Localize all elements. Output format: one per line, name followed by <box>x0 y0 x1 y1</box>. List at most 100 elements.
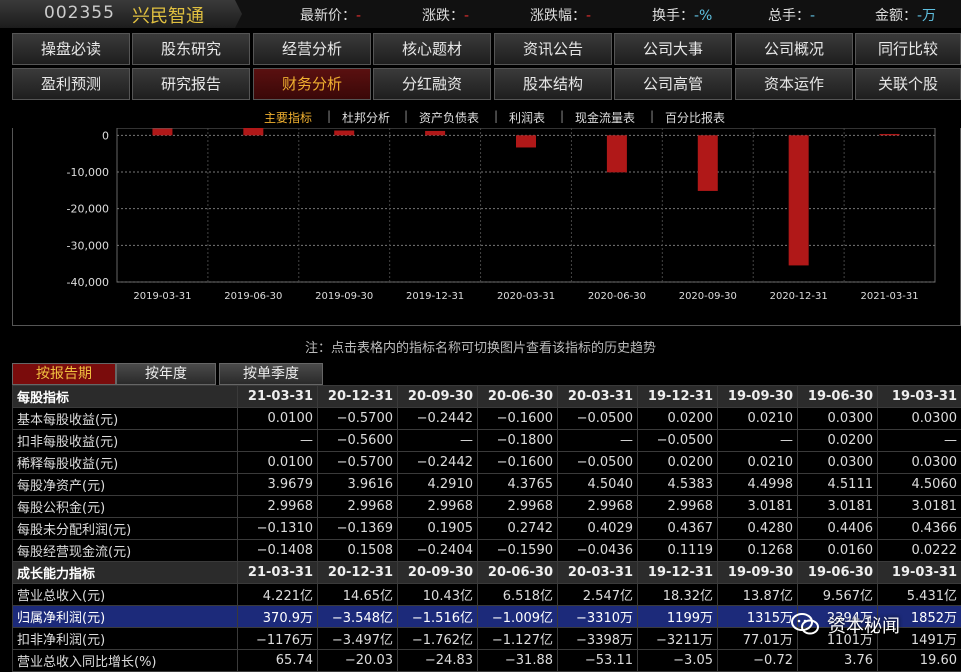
indicator-value-cell: 0.1905 <box>398 518 478 540</box>
indicator-name-link[interactable]: 每股净资产(元) <box>13 474 238 496</box>
section-header-row: 每股指标21-03-3120-12-3120-09-3020-06-3020-0… <box>13 386 961 408</box>
table-row: 扣非每股收益(元)—−0.5600—−0.1800—−0.0500—0.0200… <box>13 430 961 452</box>
subtab-income-statement[interactable]: 利润表 <box>509 109 545 126</box>
indicator-value-cell: −3.05 <box>638 650 718 672</box>
indicator-value-cell: 19.60 <box>878 650 961 672</box>
indicator-value-cell: 2.9968 <box>238 496 318 518</box>
quote-change-pct: 涨跌幅：- <box>530 5 591 25</box>
indicator-value-cell: 0.0200 <box>638 452 718 474</box>
nav-tab-executives[interactable]: 公司高管 <box>614 68 732 100</box>
indicator-value-cell: −0.0500 <box>558 408 638 430</box>
indicator-value-cell: 3.0181 <box>878 496 961 518</box>
period-date-header: 21-03-31 <box>238 562 318 584</box>
indicator-name-link[interactable]: 扣非每股收益(元) <box>13 430 238 452</box>
nav-tab-shareholder-research[interactable]: 股东研究 <box>132 33 250 65</box>
indicator-value-cell: −0.1310 <box>238 518 318 540</box>
period-date-header: 20-06-30 <box>478 386 558 408</box>
nav-tab-business-analysis[interactable]: 经营分析 <box>253 33 371 65</box>
indicator-value-cell: −53.11 <box>558 650 638 672</box>
period-date-header: 19-12-31 <box>638 562 718 584</box>
nav-tab-related-stocks[interactable]: 关联个股 <box>855 68 961 100</box>
indicator-name-link[interactable]: 归属净利润(元) <box>13 606 238 628</box>
indicator-value-cell: 0.4366 <box>878 518 961 540</box>
subtab-main-indicators[interactable]: 主要指标 <box>264 109 312 126</box>
indicator-value-cell: −0.0500 <box>558 452 638 474</box>
indicator-value-cell: 9.567亿 <box>798 584 878 606</box>
indicator-value-cell: 77.01万 <box>718 628 798 650</box>
subtab-divider: | <box>327 109 331 123</box>
nav-tab-equity-structure[interactable]: 股本结构 <box>494 68 612 100</box>
period-tab-by-report[interactable]: 按报告期 <box>12 363 116 385</box>
y-tick-label: -40,000 <box>67 276 109 289</box>
indicator-value-cell: 0.4280 <box>718 518 798 540</box>
indicator-name-link[interactable]: 每股公积金(元) <box>13 496 238 518</box>
nav-tab-company-events[interactable]: 公司大事 <box>614 33 732 65</box>
quote-value: -% <box>694 8 712 24</box>
indicator-name-link[interactable]: 基本每股收益(元) <box>13 408 238 430</box>
quote-value: - <box>810 8 815 24</box>
subtab-percentage-report[interactable]: 百分比报表 <box>665 109 725 126</box>
period-date-header: 19-09-30 <box>718 562 798 584</box>
nav-tab-news-announcements[interactable]: 资讯公告 <box>494 33 612 65</box>
bar <box>334 131 354 136</box>
subtab-divider: | <box>404 109 408 123</box>
nav-tab-research-reports[interactable]: 研究报告 <box>132 68 250 100</box>
nav-tab-operation-guide[interactable]: 操盘必读 <box>12 33 130 65</box>
quote-value: - <box>586 8 591 24</box>
quote-label: 最新价： <box>300 8 356 24</box>
indicator-value-cell: −1.762亿 <box>398 628 478 650</box>
bar <box>425 131 445 135</box>
period-date-header: 19-06-30 <box>798 386 878 408</box>
indicator-value-cell: 4.2910 <box>398 474 478 496</box>
nav-tab-peer-comparison[interactable]: 同行比较 <box>855 33 961 65</box>
indicator-name-link[interactable]: 每股经营现金流(元) <box>13 540 238 562</box>
subtab-dupont-analysis[interactable]: 杜邦分析 <box>342 109 390 126</box>
indicator-value-cell: — <box>878 430 961 452</box>
indicator-value-cell: 3.76 <box>798 650 878 672</box>
indicator-value-cell: −0.2442 <box>398 452 478 474</box>
nav-tab-dividend-financing[interactable]: 分红融资 <box>373 68 491 100</box>
indicator-value-cell: 3.0181 <box>798 496 878 518</box>
bar <box>698 135 718 191</box>
indicator-name-link[interactable]: 营业总收入同比增长(%) <box>13 650 238 672</box>
period-date-header: 19-12-31 <box>638 386 718 408</box>
y-tick-label: -30,000 <box>67 239 109 252</box>
quote-value: - <box>464 8 469 24</box>
indicator-name-link[interactable]: 扣非净利润(元) <box>13 628 238 650</box>
indicator-value-cell: 3.9616 <box>318 474 398 496</box>
indicator-value-cell: — <box>718 430 798 452</box>
quote-label: 总手： <box>768 8 810 24</box>
table-row: 每股净资产(元)3.96793.96164.29104.37654.50404.… <box>13 474 961 496</box>
subtab-balance-sheet[interactable]: 资产负债表 <box>419 109 479 126</box>
table-row: 每股经营现金流(元)−0.14080.1508−0.2404−0.1590−0.… <box>13 540 961 562</box>
quote-label: 金额： <box>875 8 917 24</box>
indicator-value-cell: 0.2742 <box>478 518 558 540</box>
nav-tab-company-profile[interactable]: 公司概况 <box>735 33 853 65</box>
nav-tab-capital-operation[interactable]: 资本运作 <box>735 68 853 100</box>
indicator-value-cell: 10.43亿 <box>398 584 478 606</box>
indicator-value-cell: 4.4998 <box>718 474 798 496</box>
table-row: 每股公积金(元)2.99682.99682.99682.99682.99682.… <box>13 496 961 518</box>
subtab-cash-flow[interactable]: 现金流量表 <box>575 109 635 126</box>
period-tab-by-quarter[interactable]: 按单季度 <box>219 363 323 385</box>
indicator-value-cell: −1176万 <box>238 628 318 650</box>
quote-value: -万 <box>917 8 936 24</box>
nav-tab-financial-analysis[interactable]: 财务分析 <box>253 68 371 100</box>
indicator-value-cell: −1.127亿 <box>478 628 558 650</box>
indicator-value-cell: −0.5700 <box>318 408 398 430</box>
nav-tab-core-themes[interactable]: 核心题材 <box>373 33 491 65</box>
x-tick-label: 2020-03-31 <box>497 291 555 302</box>
indicator-name-link[interactable]: 营业总收入(元) <box>13 584 238 606</box>
nav-tab-profit-forecast[interactable]: 盈利预测 <box>12 68 130 100</box>
indicator-name-link[interactable]: 稀释每股收益(元) <box>13 452 238 474</box>
indicator-value-cell: 65.74 <box>238 650 318 672</box>
indicator-value-cell: 0.0160 <box>798 540 878 562</box>
bar <box>880 134 900 135</box>
indicator-name-link[interactable]: 每股未分配利润(元) <box>13 518 238 540</box>
indicator-value-cell: 4.5060 <box>878 474 961 496</box>
indicator-value-cell: 0.0210 <box>718 452 798 474</box>
nav-row-1: 操盘必读 股东研究 经营分析 核心题材 资讯公告 公司大事 公司概况 同行比较 <box>12 33 961 65</box>
bar <box>152 129 172 136</box>
period-tab-by-year[interactable]: 按年度 <box>116 363 216 385</box>
indicator-value-cell: 0.0200 <box>638 408 718 430</box>
